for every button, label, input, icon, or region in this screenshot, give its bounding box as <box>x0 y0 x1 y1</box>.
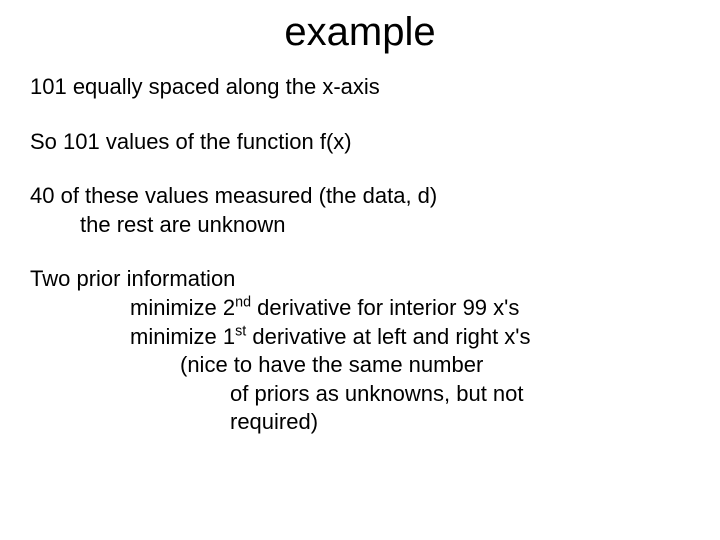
text-line: minimize 2nd derivative for interior 99 … <box>30 294 690 323</box>
text-line: Two prior information <box>30 265 690 294</box>
text-block: 40 of these values measured (the data, d… <box>30 182 690 239</box>
slide-title: example <box>30 10 690 55</box>
text-line: (nice to have the same number <box>30 351 690 380</box>
text-line: minimize 1st derivative at left and righ… <box>30 323 690 352</box>
text-fragment: minimize 1 <box>130 324 235 349</box>
slide-body: 101 equally spaced along the x-axis So 1… <box>30 73 690 437</box>
text-fragment: derivative at left and right x's <box>246 324 530 349</box>
text-line: 101 equally spaced along the x-axis <box>30 73 690 102</box>
text-line: required) <box>30 408 690 437</box>
text-line: of priors as unknowns, but not <box>30 380 690 409</box>
slide: example 101 equally spaced along the x-a… <box>0 0 720 540</box>
text-line: the rest are unknown <box>30 211 690 240</box>
text-block: Two prior information minimize 2nd deriv… <box>30 265 690 437</box>
ordinal-suffix: nd <box>235 295 251 311</box>
ordinal-suffix: st <box>235 323 246 339</box>
text-fragment: minimize 2 <box>130 295 235 320</box>
text-fragment: derivative for interior 99 x's <box>251 295 519 320</box>
text-line: 40 of these values measured (the data, d… <box>30 182 690 211</box>
text-line: So 101 values of the function f(x) <box>30 128 690 157</box>
